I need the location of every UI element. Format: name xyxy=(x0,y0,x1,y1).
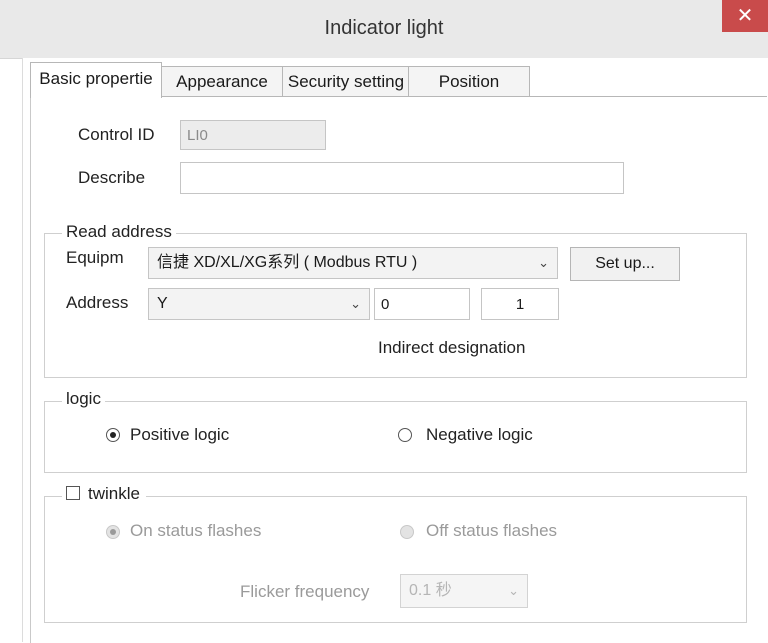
address-label: Address xyxy=(66,293,129,312)
describe-label: Describe xyxy=(78,168,146,187)
control-id-field: LI0 xyxy=(180,120,326,150)
window-title: Indicator light xyxy=(324,17,444,39)
close-button[interactable]: ✕ xyxy=(722,0,768,32)
control-id-label: Control ID xyxy=(78,125,155,144)
off-status-flashes-label[interactable]: Off status flashes xyxy=(426,521,557,541)
positive-logic-label[interactable]: Positive logic xyxy=(130,425,229,445)
twinkle-header: twinkle xyxy=(62,484,146,504)
positive-logic-radio[interactable] xyxy=(106,428,120,442)
close-icon: ✕ xyxy=(736,5,754,27)
equipment-value: 信捷 XD/XL/XG系列 ( Modbus RTU ) xyxy=(157,254,418,271)
twinkle-checkbox[interactable] xyxy=(66,485,80,500)
setup-button[interactable]: Set up... xyxy=(570,247,680,281)
off-status-flashes-radio[interactable] xyxy=(400,525,414,539)
negative-logic-radio[interactable] xyxy=(398,428,412,442)
twinkle-label[interactable]: twinkle xyxy=(88,484,140,503)
title-bar: Indicator light ✕ xyxy=(0,0,768,59)
twinkle-group xyxy=(44,496,747,623)
tab-security-settings[interactable]: Security setting xyxy=(282,66,410,97)
tab-appearance[interactable]: Appearance xyxy=(160,66,284,97)
read-address-title: Read address xyxy=(62,222,176,242)
tab-position[interactable]: Position xyxy=(408,66,530,97)
chevron-down-icon: ⌄ xyxy=(350,296,361,311)
flicker-frequency-label: Flicker frequency xyxy=(240,582,370,601)
on-status-flashes-label[interactable]: On status flashes xyxy=(130,521,261,541)
logic-title: logic xyxy=(62,389,105,409)
address-input[interactable]: 0 xyxy=(374,288,470,320)
flicker-frequency-select[interactable]: 0.1 秒 ⌄ xyxy=(400,574,528,608)
address-count-input[interactable]: 1 xyxy=(481,288,559,320)
chevron-down-icon: ⌄ xyxy=(538,255,549,270)
chevron-down-icon: ⌄ xyxy=(508,583,519,598)
on-status-flashes-radio[interactable] xyxy=(106,525,120,539)
flicker-frequency-value: 0.1 秒 xyxy=(409,582,452,599)
tab-basic-properties[interactable]: Basic propertie xyxy=(30,62,162,98)
equipment-select[interactable]: 信捷 XD/XL/XG系列 ( Modbus RTU ) ⌄ xyxy=(148,247,558,279)
address-type-value: Y xyxy=(157,295,168,312)
address-type-select[interactable]: Y ⌄ xyxy=(148,288,370,320)
negative-logic-label[interactable]: Negative logic xyxy=(426,425,533,445)
equipment-label: Equipm xyxy=(66,248,124,267)
indirect-designation-label[interactable]: Indirect designation xyxy=(378,338,525,358)
describe-input[interactable] xyxy=(180,162,624,194)
